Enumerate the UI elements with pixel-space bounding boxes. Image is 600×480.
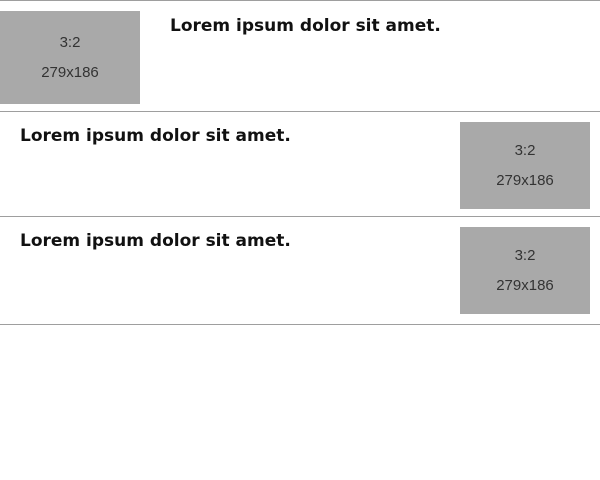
list-item[interactable]: 3:2 279x186 Lorem ipsum dolor sit amet. [0,0,600,111]
item-heading: Lorem ipsum dolor sit amet. [20,126,291,146]
image-placeholder: 3:2 279x186 [460,227,590,314]
item-heading: Lorem ipsum dolor sit amet. [170,16,441,36]
item-heading: Lorem ipsum dolor sit amet. [20,231,291,251]
row-divider [0,324,600,325]
list-item[interactable]: Lorem ipsum dolor sit amet. 3:2 279x186 [0,111,600,216]
placeholder-size: 279x186 [496,171,554,189]
placeholder-size: 279x186 [496,276,554,294]
list-item[interactable]: Lorem ipsum dolor sit amet. 3:2 279x186 [0,216,600,324]
image-placeholder: 3:2 279x186 [0,11,140,104]
placeholder-ratio: 3:2 [514,246,536,264]
placeholder-ratio: 3:2 [59,33,81,51]
image-placeholder: 3:2 279x186 [460,122,590,209]
placeholder-size: 279x186 [41,63,99,81]
placeholder-ratio: 3:2 [514,141,536,159]
